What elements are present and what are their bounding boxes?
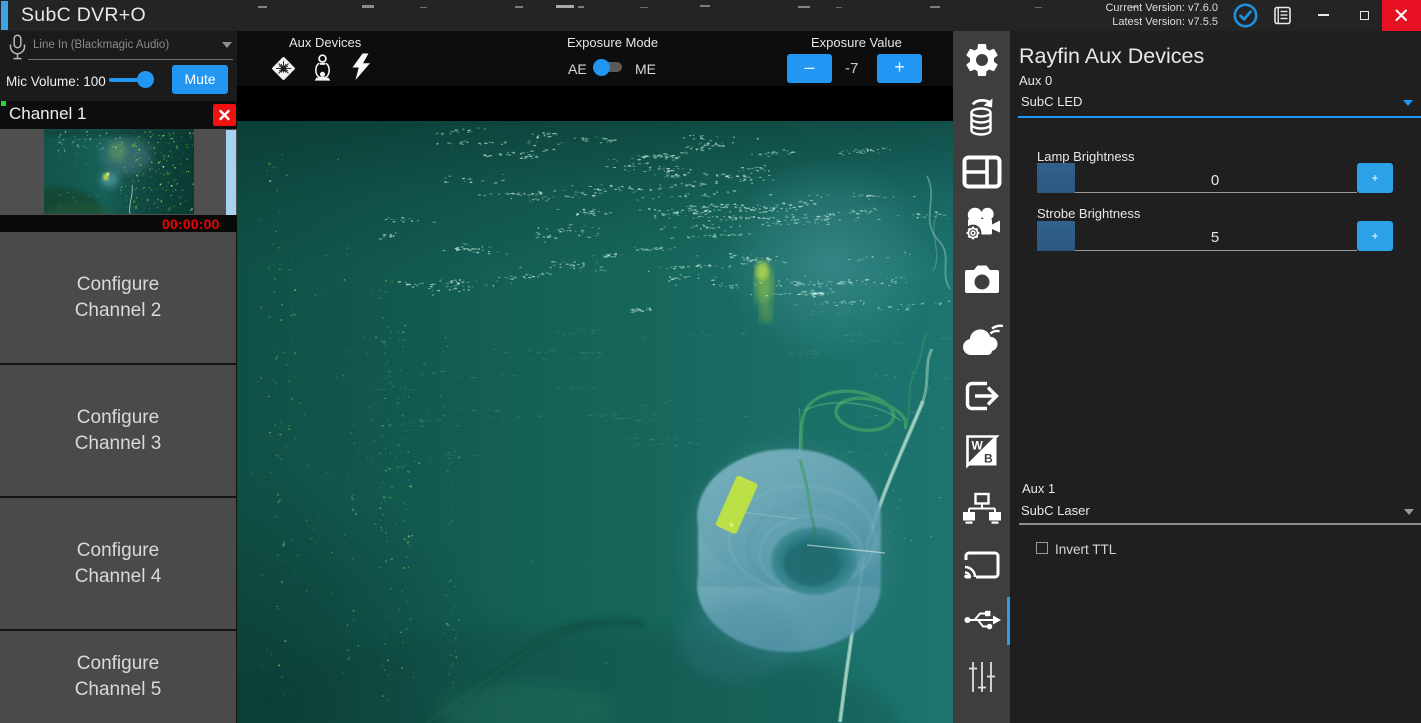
svg-text:W: W xyxy=(971,439,983,453)
svg-text:B: B xyxy=(984,452,993,466)
